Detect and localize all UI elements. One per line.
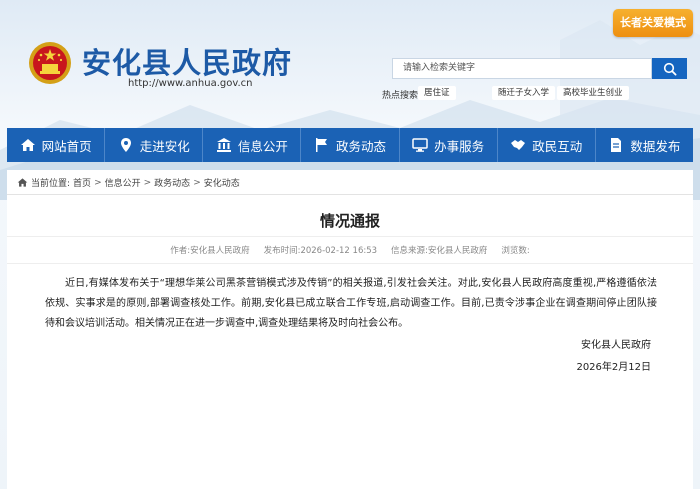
- nav-item-interaction[interactable]: 政民互动: [498, 128, 596, 162]
- home-icon: [17, 178, 28, 187]
- hot-tag[interactable]: 随迁子女入学: [492, 86, 556, 100]
- article-meta: 作者:安化县人民政府 发布时间:2026-02-12 16:53 信息来源:安化…: [7, 236, 693, 264]
- breadcrumb: 当前位置: 首页 > 信息公开 > 政务动态 > 安化动态: [17, 176, 240, 189]
- breadcrumb-separator: >: [143, 177, 152, 188]
- breadcrumb-item[interactable]: 政务动态: [154, 176, 190, 189]
- nav-item-data[interactable]: 数据发布: [596, 128, 693, 162]
- site-header: 安化县人民政府 http://www.anhua.gov.cn 长者关爱模式 请…: [0, 0, 700, 130]
- nav-item-label: 办事服务: [434, 138, 485, 154]
- hot-search-label: 热点搜索:: [382, 91, 422, 101]
- nav-item-label: 政民互动: [532, 138, 583, 154]
- monitor-icon: [412, 138, 428, 152]
- signature-org: 安化县人民政府: [581, 340, 651, 351]
- nav-item-about[interactable]: 走进安化: [105, 128, 204, 162]
- breadcrumb-prefix: 当前位置:: [31, 179, 71, 189]
- search-input[interactable]: 请输入检索关键字: [392, 58, 652, 79]
- article-panel: 当前位置: 首页 > 信息公开 > 政务动态 > 安化动态 情况通报 作者:安化…: [7, 170, 693, 489]
- main-nav: 网站首页 走进安化 信息公开 政务动态 办事服务 政民互动 数据发布: [7, 128, 693, 162]
- article-views: 浏览数:: [501, 246, 530, 256]
- breadcrumb-item[interactable]: 首页: [73, 176, 91, 189]
- document-icon: [611, 138, 622, 152]
- breadcrumb-item[interactable]: 安化动态: [204, 176, 240, 189]
- handshake-icon: [511, 140, 526, 150]
- breadcrumb-separator: >: [193, 177, 201, 188]
- nav-item-news[interactable]: 政务动态: [301, 128, 400, 162]
- nav-item-label: 政务动态: [335, 138, 386, 154]
- hot-tag[interactable]: 居住证: [418, 86, 456, 100]
- elder-mode-button[interactable]: 长者关爱模式: [613, 9, 693, 37]
- signature-date: 2026年2月12日: [576, 362, 651, 373]
- search-icon: [663, 62, 677, 76]
- site-title: 安化县人民政府: [82, 46, 293, 80]
- article-author: 作者:安化县人民政府: [170, 246, 250, 256]
- breadcrumb-item[interactable]: 信息公开: [105, 176, 141, 189]
- location-pin-icon: [120, 138, 131, 152]
- article-title: 情况通报: [319, 212, 380, 230]
- article-published: 发布时间:2026-02-12 16:53: [263, 246, 378, 256]
- breadcrumb-separator: >: [94, 177, 102, 188]
- nav-item-label: 网站首页: [41, 138, 92, 154]
- nav-item-label: 走进安化: [139, 138, 190, 154]
- home-icon: [20, 139, 35, 151]
- building-icon: [216, 138, 231, 152]
- hot-tag[interactable]: 高校毕业生创业: [557, 86, 629, 100]
- nav-item-label: 数据发布: [630, 138, 681, 154]
- article-source: 信息来源:安化县人民政府: [391, 246, 488, 256]
- site-url[interactable]: http://www.anhua.gov.cn: [128, 78, 253, 89]
- nav-item-disclosure[interactable]: 信息公开: [203, 128, 302, 162]
- article-body: 近日,有媒体发布关于“理想华莱公司黑茶营销模式涉及传销”的相关报道,引发社会关注…: [45, 278, 657, 329]
- nav-item-home[interactable]: 网站首页: [7, 128, 106, 162]
- nav-item-label: 信息公开: [237, 138, 288, 154]
- national-emblem-icon: [29, 42, 71, 84]
- divider: [7, 194, 693, 195]
- search-button[interactable]: [652, 58, 687, 79]
- flag-icon: [315, 138, 327, 152]
- nav-item-services[interactable]: 办事服务: [400, 128, 498, 162]
